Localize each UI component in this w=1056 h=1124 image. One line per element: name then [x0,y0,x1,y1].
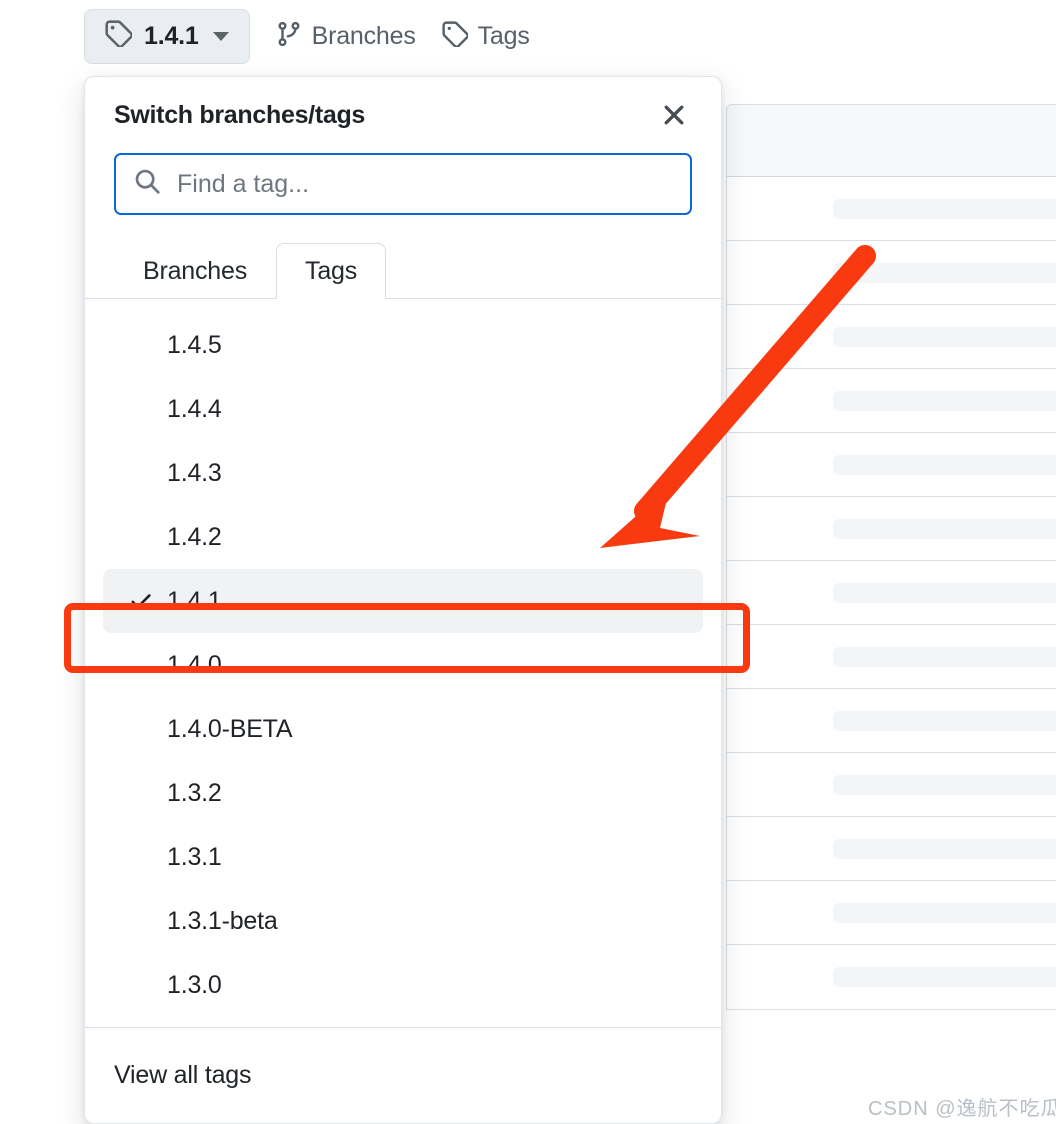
search-area [85,153,721,241]
skeleton-bar [833,582,1056,603]
tag-list-item[interactable]: 1.4.3 [103,441,703,505]
table-row [727,497,1056,561]
tags-link-label: Tags [477,21,530,50]
skeleton-bar [833,710,1056,731]
tag-list-item-label: 1.4.1 [167,586,222,615]
tag-selector-button[interactable]: 1.4.1 [84,8,250,64]
skeleton-bar [833,326,1056,347]
tag-list-item-label: 1.3.1-beta [167,906,278,935]
skeleton-bar [833,838,1056,859]
tab-tags[interactable]: Tags [276,243,387,299]
table-row [727,561,1056,625]
panel-tabs: Branches Tags [85,241,721,299]
search-input[interactable] [177,169,672,199]
panel-title: Switch branches/tags [114,100,366,129]
close-icon[interactable] [655,96,693,134]
skeleton-bar [833,774,1056,795]
tag-list-item-label: 1.4.3 [167,458,222,487]
tag-list[interactable]: 1.4.5 1.4.4 1.4.3 1.4.2 1.4.1 1.4.0 1.4.0-BETA… [85,299,721,1027]
table-row [727,625,1056,689]
table-row [727,305,1056,369]
branch-icon [276,21,302,52]
watermark: CSDN @逸航不吃瓜 [868,1098,1056,1120]
tag-list-item-label: 1.3.0 [167,970,222,999]
tag-icon [105,20,133,52]
table-row [727,241,1056,305]
tag-list-item[interactable]: 1.3.1 [103,825,703,889]
tag-list-item-label: 1.3.1 [167,842,222,871]
skeleton-bar [833,262,1056,283]
skeleton-bar [833,646,1056,667]
panel-footer: View all tags [85,1027,721,1123]
skeleton-bar [833,902,1056,923]
tag-list-item[interactable]: 1.4.2 [103,505,703,569]
table-row [727,817,1056,881]
check-icon [129,589,153,613]
skeleton-bar [833,518,1056,539]
skeleton-bar [833,454,1056,475]
repo-ref-toolbar: 1.4.1 Branches Tags [84,8,530,64]
skeleton-bar [833,390,1056,411]
chevron-down-icon [212,31,229,41]
tag-list-item[interactable]: 1.3.0 [103,953,703,1017]
table-row [727,433,1056,497]
tag-list-item[interactable]: 1.4.4 [103,377,703,441]
search-box[interactable] [114,153,692,215]
tags-link[interactable]: Tags [442,20,530,52]
table-row [727,945,1056,1009]
table-row [727,369,1056,433]
tag-icon [442,20,469,52]
tag-list-item-label: 1.4.0 [167,650,222,679]
tag-selector-label: 1.4.1 [144,21,199,50]
table-body [727,177,1056,1009]
table-row [727,177,1056,241]
tab-branches[interactable]: Branches [114,243,276,299]
tag-list-item[interactable]: 1.3.1-beta [103,889,703,953]
search-icon [134,168,161,200]
tag-list-item-label: 1.4.4 [167,394,222,423]
skeleton-bar [833,967,1056,987]
panel-header: Switch branches/tags [85,77,721,153]
branches-link-label: Branches [311,21,416,50]
tag-list-item[interactable]: 1.4.5 [103,313,703,377]
view-all-tags-link[interactable]: View all tags [114,1061,251,1090]
table-row [727,689,1056,753]
tag-list-item-label: 1.4.2 [167,522,222,551]
skeleton-bar [833,198,1056,219]
tag-list-item[interactable]: 1.4.0-BETA [103,697,703,761]
table-row [727,881,1056,945]
branches-link[interactable]: Branches [276,21,416,52]
switch-branches-tags-panel: Switch branches/tags BranchesTags 1.4.51… [84,76,722,1124]
tag-list-item-selected[interactable]: 1.4.1 [103,569,703,633]
background-file-table [726,104,1056,1010]
tag-list-item[interactable]: 1.4.0 [103,633,703,697]
screenshot-root: 1.4.1 Branches Tags Switch branches/tags… [0,0,1056,1124]
tag-list-item-label: 1.4.5 [167,330,222,359]
table-row [727,753,1056,817]
tag-list-item-label: 1.3.2 [167,778,222,807]
table-header-row [727,105,1056,177]
tag-list-item[interactable]: 1.3.2 [103,761,703,825]
tag-list-item-label: 1.4.0-BETA [167,714,293,743]
